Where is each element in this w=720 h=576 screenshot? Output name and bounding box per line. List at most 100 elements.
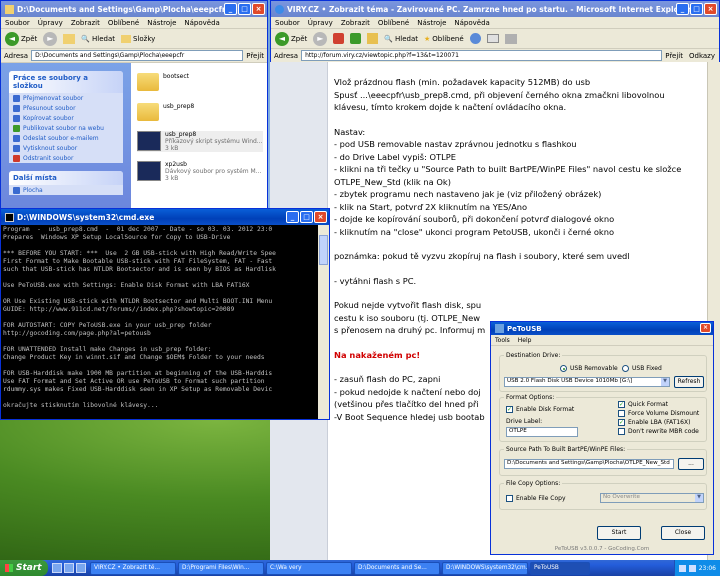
task-delete[interactable]: Odstranit soubor: [9, 153, 123, 163]
cmd-scrollbar[interactable]: [318, 225, 329, 419]
tray-icon[interactable]: [688, 564, 696, 572]
desktop-icon: [13, 186, 20, 194]
ie-titlebar[interactable]: VIRY.CZ • Zobrazit téma - Zavirované PC.…: [271, 1, 719, 17]
menu-napoveda[interactable]: Nápověda: [454, 19, 489, 27]
force-volume-checkbox[interactable]: Force Volume Dismount: [618, 410, 699, 417]
task-email[interactable]: Odeslat soubor e-mailem: [9, 133, 123, 143]
print-icon[interactable]: [504, 33, 517, 44]
back-button[interactable]: ◄ Zpět: [275, 31, 307, 46]
source-path-input[interactable]: D:\Documents and Settings\Gamp\Plocha\OT…: [504, 459, 674, 469]
cmd-line: [3, 394, 317, 402]
menu-oblibene[interactable]: Oblíbené: [378, 19, 409, 27]
search-button[interactable]: 🔍 Hledat: [384, 35, 418, 43]
refresh-button[interactable]: Refresh: [674, 376, 704, 388]
go-button[interactable]: Přejít: [665, 52, 686, 60]
close-button[interactable]: ×: [314, 211, 327, 223]
menu-soubor[interactable]: Soubor: [275, 19, 300, 27]
menu-zobrazit[interactable]: Zobrazit: [341, 19, 370, 27]
ie-launch-icon[interactable]: [64, 563, 74, 573]
file-tasks-header[interactable]: Práce se soubory a složkou: [9, 71, 123, 93]
menu-tools[interactable]: Tools: [495, 337, 510, 344]
back-button[interactable]: ◄ Zpět: [5, 31, 37, 46]
taskbar-item-active[interactable]: PeToUSB: [530, 561, 590, 575]
menu-upravy[interactable]: Úpravy: [308, 19, 333, 27]
radio-label: USB Removable: [570, 365, 618, 372]
drive-label-input[interactable]: OTLPE: [506, 427, 578, 437]
menu-napoveda[interactable]: Nápověda: [184, 19, 219, 27]
enable-lba-checkbox[interactable]: ✓ Enable LBA (FAT16X): [618, 419, 690, 426]
close-button[interactable]: ×: [252, 3, 265, 15]
taskbar-item[interactable]: D:\Documents and Se...: [354, 561, 440, 575]
folders-button[interactable]: Složky: [121, 34, 155, 43]
close-button[interactable]: ×: [700, 323, 711, 333]
other-places-header[interactable]: Další místa: [9, 171, 123, 185]
maximize-button[interactable]: □: [300, 211, 313, 223]
minimize-button[interactable]: _: [224, 3, 237, 15]
minimize-button[interactable]: _: [676, 3, 689, 15]
menu-nastroje[interactable]: Nástroje: [417, 19, 446, 27]
address-input[interactable]: D:\Documents and Settings\Gamp\Plocha\ee…: [31, 50, 244, 61]
go-button[interactable]: Přejít: [246, 52, 267, 60]
start-label: Start: [16, 563, 42, 573]
menu-soubor[interactable]: Soubor: [5, 19, 30, 27]
links-label[interactable]: Odkazy: [689, 52, 719, 60]
task-label: Kopírovat soubor: [23, 114, 74, 122]
media-icon[interactable]: [76, 563, 86, 573]
file-item-selected[interactable]: usb_prep8 Příkazový skript systému Wind..…: [137, 131, 263, 152]
menu-oblibene[interactable]: Oblíbené: [108, 19, 139, 27]
browse-button[interactable]: ...: [678, 458, 704, 470]
mbr-checkbox[interactable]: Don't rewrite MBR code: [618, 428, 699, 435]
task-move[interactable]: Přesunout soubor: [9, 103, 123, 113]
file-item[interactable]: bootsect: [137, 73, 189, 91]
close-app-button[interactable]: Close: [661, 526, 705, 540]
mail-icon[interactable]: [486, 34, 499, 43]
show-desktop-icon[interactable]: [52, 563, 62, 573]
maximize-button[interactable]: □: [238, 3, 251, 15]
quick-format-checkbox[interactable]: ✓ Quick Format: [618, 401, 668, 408]
taskbar-item[interactable]: C:\Wa very: [266, 561, 352, 575]
history-icon[interactable]: [469, 33, 481, 44]
radio-label: USB Fixed: [632, 365, 662, 372]
refresh-icon[interactable]: [350, 33, 362, 44]
taskbar-item[interactable]: D:\Programi Files\Win...: [178, 561, 264, 575]
menu-upravy[interactable]: Úpravy: [38, 19, 63, 27]
clock[interactable]: 23:06: [699, 565, 716, 572]
search-button[interactable]: 🔍 Hledat: [81, 35, 115, 43]
close-button[interactable]: ×: [704, 3, 717, 15]
tray-icon[interactable]: [678, 564, 686, 572]
forward-arrow-icon[interactable]: ►: [43, 31, 58, 46]
cmd-titlebar[interactable]: D:\WINDOWS\system32\cmd.exe _ □ ×: [1, 209, 329, 225]
place-desktop[interactable]: Plocha: [9, 185, 123, 195]
start-button[interactable]: Start: [0, 560, 48, 576]
menu-zobrazit[interactable]: Zobrazit: [71, 19, 100, 27]
favorites-label: Oblíbené: [432, 34, 464, 43]
url-input[interactable]: http://forum.viry.cz/viewtopic.php?f=13&…: [301, 50, 663, 61]
task-rename[interactable]: Přejmenovat soubor: [9, 93, 123, 103]
file-item[interactable]: xp2usb Dávkový soubor pro systém M... 3 kB: [137, 161, 261, 182]
taskbar-item[interactable]: VIRY.CZ • Zobrazit té...: [90, 561, 176, 575]
task-print[interactable]: Vytisknout soubor: [9, 143, 123, 153]
explorer-titlebar[interactable]: D:\Documents and Settings\Gamp\Plocha\ee…: [1, 1, 267, 17]
enable-file-copy-checkbox[interactable]: Enable File Copy: [506, 495, 566, 502]
file-item[interactable]: usb_prep8: [137, 103, 194, 121]
enable-disk-format-checkbox[interactable]: ✓ Enable Disk Format: [506, 406, 574, 413]
minimize-button[interactable]: _: [286, 211, 299, 223]
usb-removable-radio[interactable]: USB Removable: [560, 365, 618, 372]
task-copy[interactable]: Kopírovat soubor: [9, 113, 123, 123]
cmd-line: Prepares Windows XP Setup LocalSource fo…: [3, 234, 231, 241]
petousb-titlebar[interactable]: PeToUSB ×: [491, 322, 713, 335]
up-folder-icon[interactable]: [63, 33, 76, 44]
stop-icon[interactable]: [333, 33, 345, 44]
usb-fixed-radio[interactable]: USB Fixed: [622, 365, 662, 372]
scroll-thumb[interactable]: [319, 235, 328, 265]
start-button[interactable]: Start: [597, 526, 641, 540]
menu-help[interactable]: Help: [518, 337, 532, 344]
home-icon[interactable]: [367, 33, 379, 44]
forward-arrow-icon[interactable]: ►: [313, 31, 328, 46]
drive-select[interactable]: USB 2.0 Flash Disk USB Device 1010Mb [G:…: [504, 377, 670, 387]
taskbar-item[interactable]: D:\WINDOWS\system32\cm...: [442, 561, 528, 575]
maximize-button[interactable]: □: [690, 3, 703, 15]
task-publish[interactable]: Publikovat soubor na webu: [9, 123, 123, 133]
favorites-button[interactable]: ★ Oblíbené: [424, 35, 464, 43]
menu-nastroje[interactable]: Nástroje: [147, 19, 176, 27]
